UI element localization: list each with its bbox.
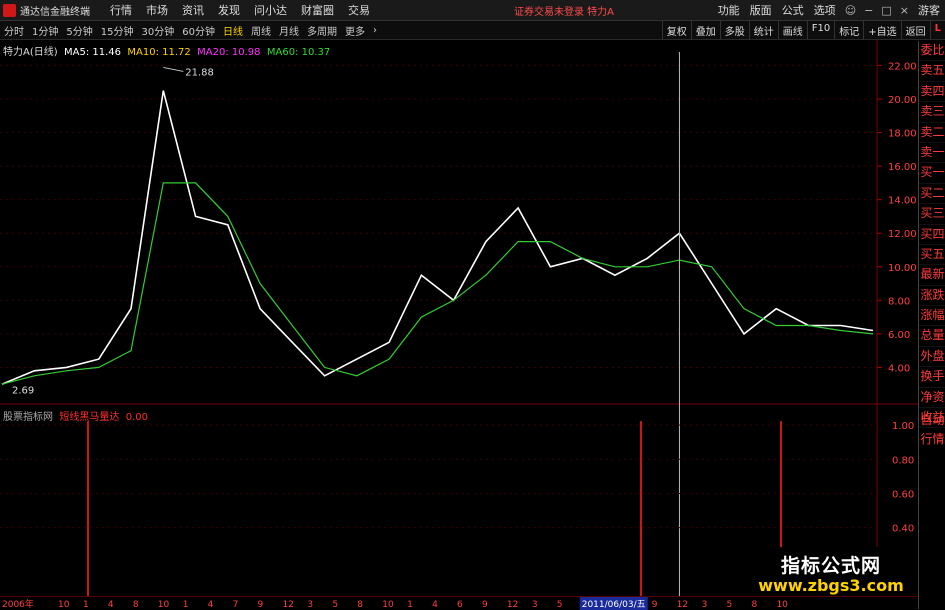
login-status: 证券交易未登录 特力A [514, 7, 615, 18]
tool-f10[interactable]: F10 [806, 21, 834, 39]
app-logo: 通达信金融终端 [0, 3, 103, 18]
price-tick-label: 16.00 [888, 162, 917, 173]
menu-wealth-circle[interactable]: 财富圈 [294, 2, 341, 18]
restore-icon[interactable]: □ [877, 4, 895, 17]
sidebar-item: 卖二 [919, 123, 945, 143]
period-30min[interactable]: 30分钟 [137, 23, 178, 38]
watermark-name: 指标公式网 [780, 555, 881, 577]
sidebar-item: 委比 [919, 41, 945, 62]
period-60min[interactable]: 60分钟 [178, 23, 219, 38]
tool-stats[interactable]: 统计 [748, 21, 778, 39]
menu-options[interactable]: 选项 [809, 2, 841, 18]
tool-add-watchlist[interactable]: +自选 [863, 21, 900, 39]
sidebar-item: 总量 [919, 326, 945, 347]
guest-user[interactable]: 游客 [913, 2, 945, 18]
auto-label[interactable]: 自动 [919, 411, 945, 430]
tool-overlay[interactable]: 叠加 [690, 21, 720, 39]
sidebar-item: 买四 [919, 225, 945, 245]
kline-chart[interactable]: 22.00 20.00 18.00 16.00 14.00 12.00 10.00 8.00 6… [0, 40, 918, 609]
price-tick-label: 4.00 [888, 363, 910, 374]
price-tick-label: 20.00 [888, 95, 917, 106]
indicator-tick-label: 0.60 [892, 489, 914, 500]
menu-assistant[interactable]: 问小达 [247, 2, 294, 18]
watermark: 指标公式网 www.zbgs3.com [746, 547, 916, 599]
sidebar-item: 卖五 [919, 61, 945, 82]
sidebar-item: 卖四 [919, 82, 945, 103]
sidebar-item: 卖三 [919, 102, 945, 123]
menu-layout[interactable]: 版面 [745, 2, 777, 18]
period-daily[interactable]: 日线 [219, 23, 247, 38]
menu-trade[interactable]: 交易 [341, 2, 377, 18]
watermark-url: www.zbgs3.com [758, 576, 904, 595]
date-axis-start: 2006年 [2, 598, 34, 610]
high-price-label: 21.88 [185, 67, 214, 78]
app-title: 通达信金融终端 [20, 6, 90, 18]
chart-tools: 复权 叠加 多股 统计 画线 F10 标记 +自选 返回 L [661, 21, 945, 39]
menu-market[interactable]: 市场 [139, 2, 175, 18]
menu-discover[interactable]: 发现 [211, 2, 247, 18]
quote-sidebar: 委比 卖五 卖四 卖三 卖二 卖一 买一 买二 买三 买四 买五 最新 涨跌 涨幅 总量 外盘 换手 净资 收益 自… [918, 41, 945, 609]
period-toolbar: 分时 1分钟 5分钟 15分钟 30分钟 60分钟 日线 周线 月线 多周期 更… [0, 21, 945, 40]
indicator-tick-label: 1.00 [892, 421, 914, 432]
tool-back[interactable]: 返回 [900, 21, 930, 39]
tool-multi-stock[interactable]: 多股 [719, 21, 749, 39]
date-axis: 2006年 10 1 4 8 10 1 4 7 9 12 3 5 8 10 1 4 6 9 12 3 5 2011/06/0… [0, 596, 918, 610]
sidebar-item: 买三 [919, 204, 945, 225]
price-tick-label: 12.00 [888, 229, 917, 240]
quote-label[interactable]: 行情 [919, 430, 945, 449]
sidebar-item: 最新 [919, 265, 945, 286]
logo-icon [3, 3, 16, 17]
menu-news[interactable]: 资讯 [175, 2, 211, 18]
sidebar-item: 卖一 [919, 143, 945, 164]
high-pointer [163, 66, 184, 72]
period-1min[interactable]: 1分钟 [28, 23, 62, 38]
tool-draw[interactable]: 画线 [777, 21, 807, 39]
tool-adjust[interactable]: 复权 [661, 21, 691, 39]
period-15min[interactable]: 15分钟 [97, 23, 138, 38]
sidebar-item: 买五 [919, 245, 945, 266]
price-tick-label: 22.00 [888, 61, 917, 72]
period-multi[interactable]: 多周期 [303, 23, 341, 38]
price-tick-label: 14.00 [888, 196, 917, 207]
low-price-label: 2.69 [12, 385, 34, 396]
layout-toggle[interactable]: L [929, 21, 945, 39]
series-line-ma60 [1, 182, 874, 385]
price-tick-label: 18.00 [888, 129, 917, 140]
menu-function[interactable]: 功能 [713, 2, 745, 18]
chat-icon[interactable]: ☺ [841, 4, 860, 17]
sidebar-item: 净资 [919, 388, 945, 409]
price-tick-label: 6.00 [888, 330, 910, 341]
sidebar-item: 涨幅 [919, 306, 945, 327]
sidebar-item: 买一 [919, 163, 945, 184]
right-menu: 功能 版面 公式 选项 ☺ − □ × 游客 [713, 0, 945, 20]
period-timeshare[interactable]: 分时 [0, 23, 28, 38]
sidebar-item: 买二 [919, 184, 945, 205]
sidebar-item: 外盘 [919, 347, 945, 368]
tool-mark[interactable]: 标记 [834, 21, 863, 39]
period-more[interactable]: 更多 [341, 23, 369, 38]
indicator-tick-label: 0.40 [892, 524, 914, 535]
minimize-icon[interactable]: − [860, 4, 877, 17]
menu-quotes[interactable]: 行情 [103, 2, 139, 18]
menu-formula[interactable]: 公式 [777, 2, 809, 18]
chevron-right-icon[interactable]: › [369, 25, 381, 36]
price-tick-label: 8.00 [888, 296, 910, 307]
period-5min[interactable]: 5分钟 [62, 23, 96, 38]
price-tick-label: 10.00 [888, 263, 917, 274]
close-icon[interactable]: × [896, 4, 913, 17]
indicator-tick-label: 0.80 [892, 455, 914, 466]
period-monthly[interactable]: 月线 [275, 23, 303, 38]
auto-quote[interactable]: 自动 行情 [919, 411, 945, 449]
sidebar-item: 涨跌 [919, 286, 945, 307]
menu-bar: 通达信金融终端 行情 市场 资讯 发现 问小达 财富圈 交易 证券交易未登录 特… [0, 0, 945, 21]
period-weekly[interactable]: 周线 [247, 23, 275, 38]
sidebar-item: 换手 [919, 367, 945, 388]
